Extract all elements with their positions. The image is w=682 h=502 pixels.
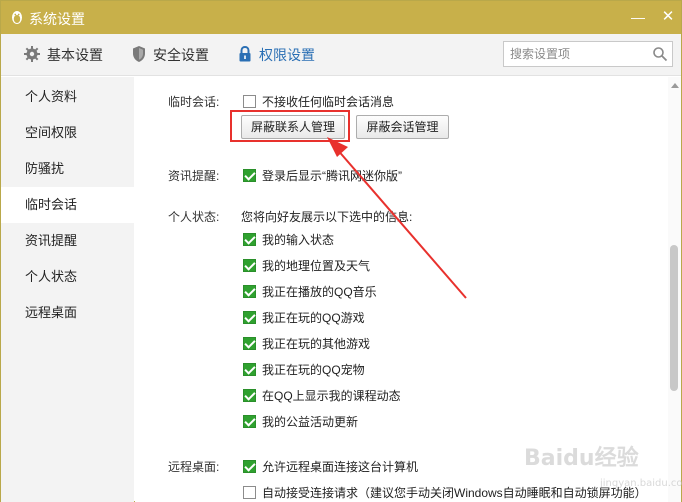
news-alert-label: 资讯提醒:: [168, 169, 220, 183]
sidebar-item-temp-session[interactable]: 临时会话: [1, 187, 134, 223]
option-text: 登录后显示“腾讯网迷你版”: [262, 168, 402, 183]
personal-status-intro: 您将向好友展示以下选中的信息:: [241, 210, 413, 224]
status-option[interactable]: 我正在玩的其他游戏: [243, 334, 370, 352]
tab-basic-settings[interactable]: 基本设置: [23, 34, 103, 76]
checkbox[interactable]: [243, 94, 256, 108]
scroll-thumb[interactable]: [670, 245, 678, 391]
checkbox[interactable]: [243, 388, 256, 402]
tab-label: 安全设置: [153, 47, 209, 63]
option-text: 自动接受连接请求（建议您手动关闭Windows自动睡眠和自动锁屏功能）: [262, 485, 647, 500]
temp-session-label: 临时会话:: [168, 95, 220, 109]
checkbox[interactable]: [243, 284, 256, 298]
reject-temp-session-option[interactable]: 不接收任何临时会话消息: [243, 92, 394, 110]
option-text: 我正在播放的QQ音乐: [262, 284, 377, 299]
search-icon[interactable]: [652, 46, 668, 65]
vertical-scrollbar[interactable]: [668, 77, 681, 502]
settings-content: 临时会话: 不接收任何临时会话消息 屏蔽联系人管理 屏蔽会话管理 资讯提醒: 登…: [135, 77, 668, 502]
scroll-up-arrow-icon[interactable]: [671, 83, 679, 88]
block-sessions-button[interactable]: 屏蔽会话管理: [356, 115, 449, 139]
title-bar[interactable]: 系统设置 — ✕: [1, 1, 681, 34]
option-text: 不接收任何临时会话消息: [262, 94, 395, 109]
sidebar-item-space-permission[interactable]: 空间权限: [1, 115, 134, 151]
checkbox[interactable]: [243, 485, 256, 499]
status-option[interactable]: 我正在播放的QQ音乐: [243, 282, 377, 300]
option-text: 我的输入状态: [262, 232, 335, 247]
status-option[interactable]: 在QQ上显示我的课程动态: [243, 386, 401, 404]
watermark-logo: Baidu经验: [524, 446, 639, 471]
checkbox[interactable]: [243, 336, 256, 350]
qq-penguin-icon: [9, 9, 25, 25]
checkbox[interactable]: [243, 362, 256, 376]
show-mini-news-option[interactable]: 登录后显示“腾讯网迷你版”: [243, 166, 402, 184]
checkbox[interactable]: [243, 414, 256, 428]
sidebar-item-remote-desktop[interactable]: 远程桌面: [1, 295, 134, 331]
sidebar-item-news-alert[interactable]: 资讯提醒: [1, 223, 134, 259]
shield-icon: [131, 45, 153, 66]
tab-label: 权限设置: [259, 47, 315, 63]
checkbox[interactable]: [243, 168, 256, 182]
allow-remote-option[interactable]: 允许远程桌面连接这台计算机: [243, 457, 418, 475]
settings-window: 系统设置 — ✕ 基本设置 安全设置 权限设置 搜索设置项 个人资料 空间权限 …: [0, 0, 682, 502]
watermark-url: jingyan.baidu.com: [600, 478, 682, 489]
personal-status-label: 个人状态:: [168, 210, 220, 224]
settings-tabbar: 基本设置 安全设置 权限设置: [1, 34, 681, 76]
window-title: 系统设置: [29, 11, 85, 27]
option-text: 我的公益活动更新: [262, 414, 359, 429]
option-text: 我正在玩的其他游戏: [262, 336, 371, 351]
tab-permission-settings[interactable]: 权限设置: [237, 34, 315, 76]
tab-security-settings[interactable]: 安全设置: [131, 34, 209, 76]
minimize-button[interactable]: —: [627, 7, 649, 27]
remote-desktop-label: 远程桌面:: [168, 460, 220, 474]
sidebar: 个人资料 空间权限 防骚扰 临时会话 资讯提醒 个人状态 远程桌面: [1, 77, 134, 502]
auto-accept-option[interactable]: 自动接受连接请求（建议您手动关闭Windows自动睡眠和自动锁屏功能）: [243, 483, 647, 501]
status-option[interactable]: 我正在玩的QQ游戏: [243, 308, 365, 326]
option-text: 我正在玩的QQ宠物: [262, 362, 365, 377]
checkbox[interactable]: [243, 459, 256, 473]
option-text: 我的地理位置及天气: [262, 258, 371, 273]
option-text: 我正在玩的QQ游戏: [262, 310, 365, 325]
lock-icon: [237, 45, 259, 66]
gear-icon: [23, 45, 47, 66]
annotation-highlight-box: [230, 110, 350, 142]
status-option[interactable]: 我的地理位置及天气: [243, 256, 370, 274]
status-option[interactable]: 我的公益活动更新: [243, 412, 358, 430]
tab-label: 基本设置: [47, 47, 103, 63]
sidebar-item-profile[interactable]: 个人资料: [1, 79, 134, 115]
search-box[interactable]: [503, 41, 673, 67]
option-text: 在QQ上显示我的课程动态: [262, 388, 401, 403]
option-text: 允许远程桌面连接这台计算机: [262, 459, 419, 474]
sidebar-item-anti-harassment[interactable]: 防骚扰: [1, 151, 134, 187]
checkbox[interactable]: [243, 310, 256, 324]
status-option[interactable]: 我正在玩的QQ宠物: [243, 360, 365, 378]
status-option[interactable]: 我的输入状态: [243, 230, 334, 248]
checkbox[interactable]: [243, 232, 256, 246]
sidebar-item-personal-status[interactable]: 个人状态: [1, 259, 134, 295]
search-input[interactable]: [510, 46, 646, 62]
close-button[interactable]: ✕: [657, 7, 679, 27]
checkbox[interactable]: [243, 258, 256, 272]
